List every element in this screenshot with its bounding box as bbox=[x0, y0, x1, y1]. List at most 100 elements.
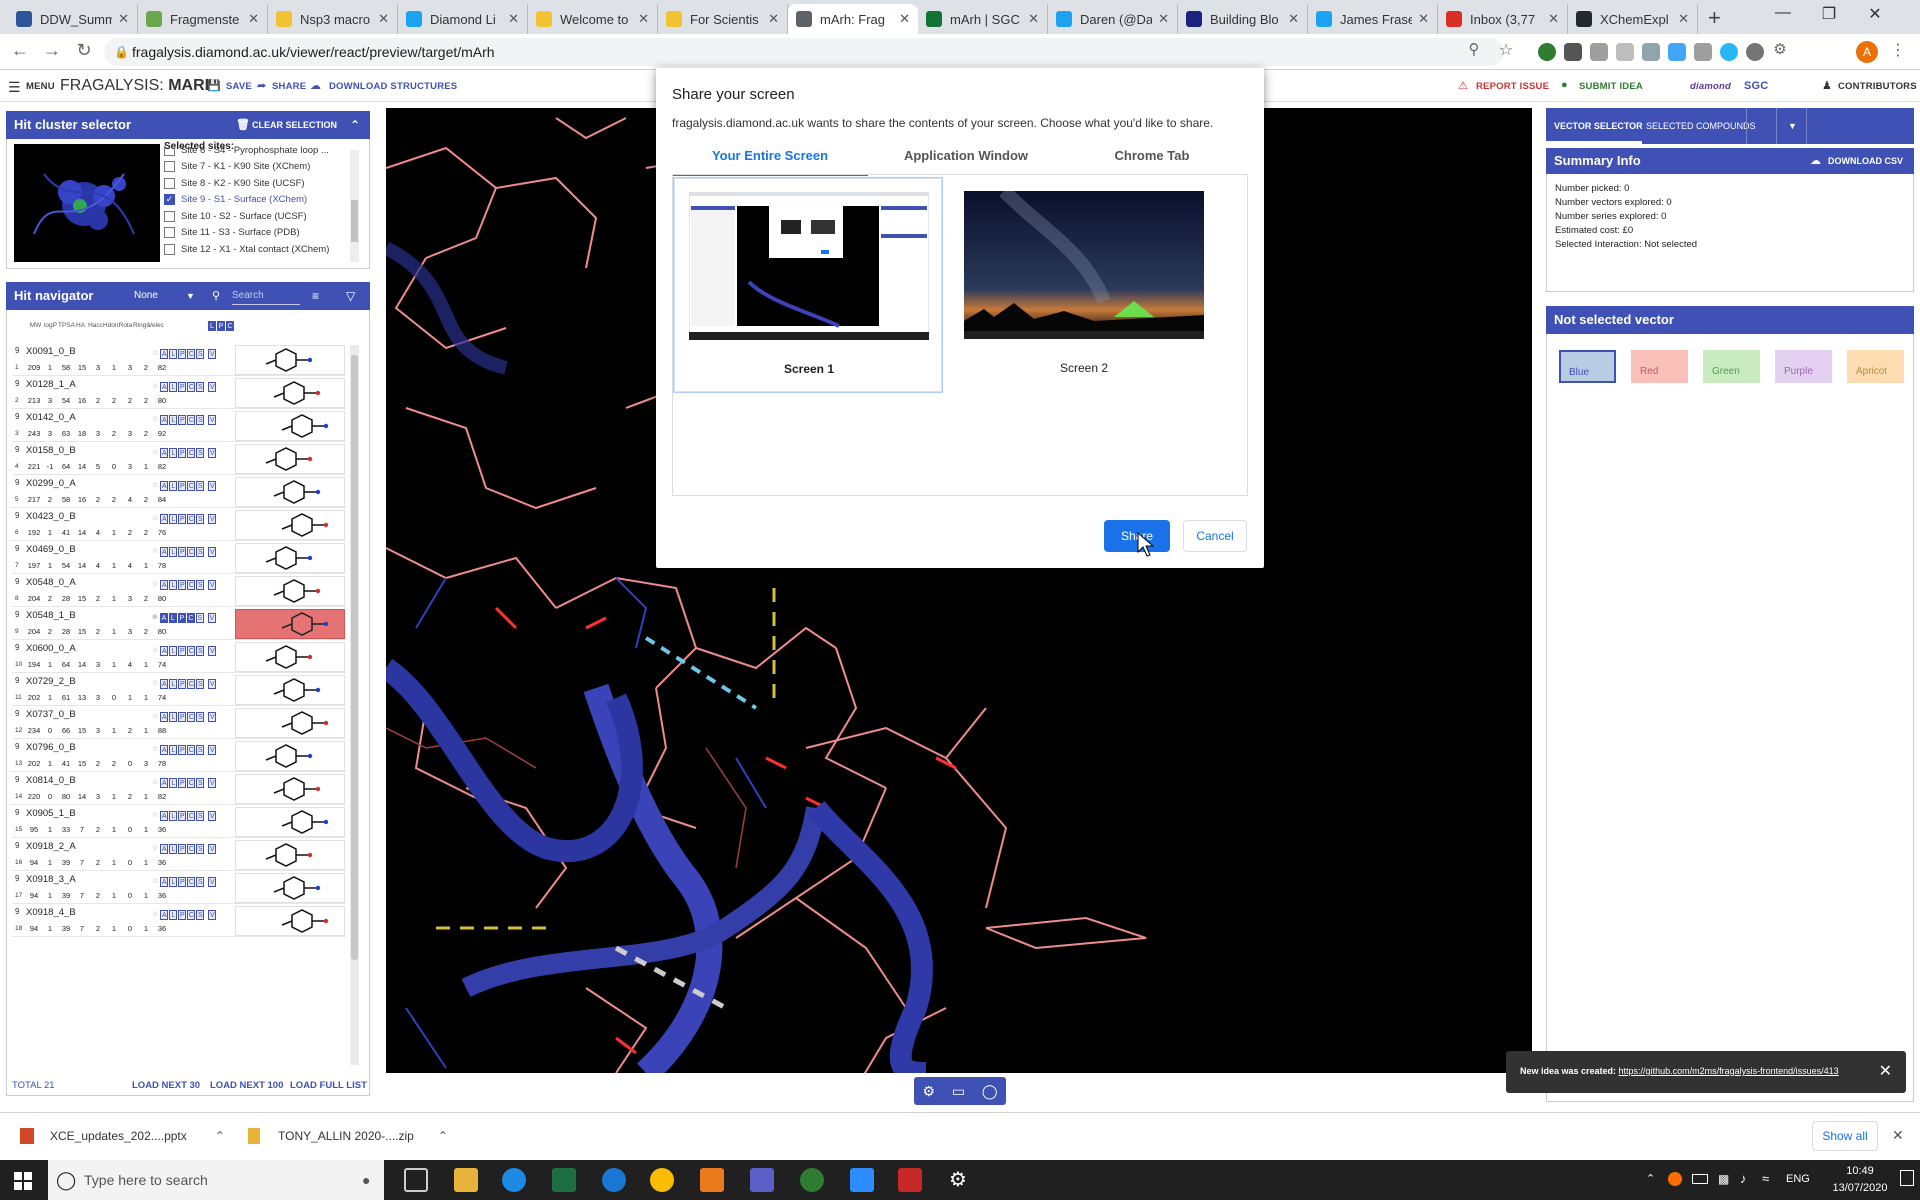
bookmark-icon[interactable]: ☆ bbox=[152, 745, 158, 755]
column-header[interactable]: logP bbox=[43, 322, 58, 329]
molecule-structure[interactable] bbox=[235, 675, 345, 705]
taskbar-search-input[interactable]: ◯ Type here to search ● bbox=[48, 1160, 384, 1200]
molecule-structure[interactable] bbox=[235, 774, 345, 804]
column-header[interactable]: Velec bbox=[148, 322, 164, 329]
toggle-badge[interactable]: P bbox=[177, 613, 186, 623]
site-checkbox[interactable] bbox=[164, 243, 175, 255]
molecule-structure[interactable] bbox=[235, 543, 345, 573]
close-tab-icon[interactable]: ✕ bbox=[768, 11, 779, 27]
bookmark-icon[interactable]: ☆ bbox=[152, 481, 158, 491]
toggle-badge[interactable]: S bbox=[196, 910, 205, 920]
tab-chrome-tab[interactable]: Chrome Tab bbox=[1054, 148, 1250, 176]
toggle-badge[interactable]: V bbox=[208, 646, 217, 656]
maximize-icon[interactable]: ❐ bbox=[1806, 4, 1852, 24]
toggle-badge[interactable]: V bbox=[208, 382, 217, 392]
toggle-badge[interactable]: A bbox=[160, 712, 169, 722]
display-icon[interactable]: ▭ bbox=[952, 1083, 965, 1100]
toggle-badge[interactable]: L bbox=[169, 745, 178, 755]
close-tab-icon[interactable]: ✕ bbox=[1288, 11, 1299, 27]
close-window-icon[interactable]: ✕ bbox=[1852, 4, 1898, 24]
molecule-structure[interactable] bbox=[235, 477, 345, 507]
toggle-badge[interactable]: C bbox=[187, 646, 196, 656]
chrome-icon[interactable] bbox=[650, 1168, 674, 1192]
browser-tab[interactable]: DDW_Summ ✕ bbox=[8, 4, 138, 34]
toggle-badge[interactable]: V bbox=[208, 415, 217, 425]
site-checkbox[interactable]: ✓ bbox=[164, 194, 175, 206]
system-clock[interactable]: 10:49 13/07/2020 bbox=[1822, 1163, 1898, 1197]
toggle-badge[interactable]: A bbox=[160, 448, 169, 458]
outlook-icon[interactable] bbox=[700, 1168, 724, 1192]
back-icon[interactable]: ← bbox=[8, 40, 32, 61]
download-item[interactable]: TONY_ALLIN 2020-....zip ⌃ bbox=[248, 1113, 448, 1159]
toggle-badge[interactable]: V bbox=[208, 778, 217, 788]
toggle-badge[interactable]: A bbox=[160, 877, 169, 887]
toggle-badge[interactable]: P bbox=[178, 547, 187, 557]
close-tab-icon[interactable]: ✕ bbox=[899, 11, 910, 27]
save-button[interactable]: SAVE bbox=[226, 81, 252, 92]
hit-list-scroll-thumb[interactable] bbox=[351, 355, 358, 960]
load-next-100-button[interactable]: LOAD NEXT 100 bbox=[210, 1080, 283, 1091]
report-issue-button[interactable]: REPORT ISSUE bbox=[1476, 81, 1549, 92]
network-icon[interactable]: ▩ bbox=[1718, 1172, 1729, 1186]
extension-icon[interactable] bbox=[1720, 43, 1738, 61]
bookmark-icon[interactable]: ☆ bbox=[152, 349, 158, 359]
color-swatch-apricot[interactable]: Apricot bbox=[1847, 350, 1904, 383]
color-swatch-blue[interactable]: Blue bbox=[1559, 350, 1616, 383]
hit-row[interactable]: 9 14 X0814_0_B 220 0 80 14 3 1 2 1 82 ☆ A L P C S V bbox=[12, 772, 346, 805]
zoom-app-icon[interactable] bbox=[850, 1168, 874, 1192]
toggle-badge[interactable]: S bbox=[196, 745, 205, 755]
toggle-badge[interactable]: P bbox=[178, 349, 187, 359]
toggle-badge[interactable]: P bbox=[178, 811, 187, 821]
load-full-list-button[interactable]: LOAD FULL LIST bbox=[290, 1080, 367, 1091]
toggle-badge[interactable]: S bbox=[196, 514, 205, 524]
download-csv-button[interactable]: DOWNLOAD CSV bbox=[1828, 148, 1903, 174]
toggle-badge[interactable]: A bbox=[160, 481, 169, 491]
hit-row[interactable]: 9 5 X0299_0_A 217 2 58 16 2 2 4 2 84 ☆ A L P C S V bbox=[12, 475, 346, 508]
toggle-badge[interactable]: P bbox=[178, 415, 187, 425]
toggle-badge[interactable]: L bbox=[169, 679, 178, 689]
snackbar-link[interactable]: https://github.com/m2ms/fragalysis-front… bbox=[1619, 1066, 1839, 1076]
show-all-button[interactable]: Show all bbox=[1812, 1121, 1878, 1151]
badge-l[interactable]: L bbox=[208, 321, 216, 331]
wifi-icon[interactable]: ≈ bbox=[1762, 1171, 1769, 1186]
toggle-badge[interactable]: S bbox=[196, 844, 205, 854]
toggle-badge[interactable] bbox=[205, 877, 207, 887]
hit-row[interactable]: 9 12 X0737_0_B 234 0 66 15 3 1 2 1 88 ☆ A L P C S V bbox=[12, 706, 346, 739]
molecule-structure[interactable] bbox=[235, 741, 345, 771]
toggle-badge[interactable]: V bbox=[208, 580, 217, 590]
screen-2-option[interactable]: Screen 2 bbox=[949, 177, 1219, 393]
toggle-badge[interactable]: V bbox=[208, 481, 217, 491]
hit-row[interactable]: 9 15 X0905_1_B 95 1 33 7 2 1 0 1 36 ☆ A L P C S V bbox=[12, 805, 346, 838]
hit-row[interactable]: 9 17 X0918_3_A 94 1 39 7 2 1 0 1 36 ☆ A L P C S V bbox=[12, 871, 346, 904]
save-icon[interactable]: 💾 bbox=[207, 79, 221, 92]
toggle-badge[interactable]: A bbox=[160, 811, 169, 821]
site-item[interactable]: Site 6 - S4 - Pyrophosphate loop ... bbox=[164, 146, 360, 159]
toggle-badge[interactable]: A bbox=[160, 514, 169, 524]
volume-icon[interactable]: ♪ bbox=[1740, 1171, 1747, 1186]
close-tab-icon[interactable]: ✕ bbox=[378, 11, 389, 27]
hit-row[interactable]: 9 6 X0423_0_B 192 1 41 14 4 1 2 2 76 ☆ A L P C S V bbox=[12, 508, 346, 541]
toggle-badge[interactable]: A bbox=[160, 679, 169, 689]
molecule-structure[interactable] bbox=[235, 642, 345, 672]
tab-vector-selector[interactable]: VECTOR SELECTOR bbox=[1554, 121, 1643, 131]
site-item[interactable]: Site 12 - X1 - Xtal contact (XChem) bbox=[164, 241, 360, 258]
molecule-structure[interactable] bbox=[235, 378, 345, 408]
toggle-badge[interactable]: L bbox=[169, 646, 178, 656]
extensions-puzzle-icon[interactable]: ⚙ bbox=[1768, 40, 1792, 58]
toggle-badge[interactable] bbox=[205, 910, 207, 920]
app-icon[interactable] bbox=[898, 1168, 922, 1192]
toggle-badge[interactable] bbox=[205, 778, 207, 788]
address-bar[interactable]: 🔒 fragalysis.diamond.ac.uk/viewer/react/… bbox=[104, 38, 1504, 66]
toggle-badge[interactable]: L bbox=[169, 349, 178, 359]
browser-tab[interactable]: For Scientis ✕ bbox=[658, 4, 788, 34]
browser-tab[interactable]: Fragmenste ✕ bbox=[138, 4, 268, 34]
hit-row[interactable]: 9 11 X0729_2_B 202 1 61 13 3 0 1 1 74 ☆ A L P C S V bbox=[12, 673, 346, 706]
molecule-structure[interactable] bbox=[235, 873, 345, 903]
browser-tab[interactable]: Building Blo ✕ bbox=[1178, 4, 1308, 34]
molecule-structure[interactable] bbox=[235, 576, 345, 606]
toggle-badge[interactable]: S bbox=[195, 613, 204, 623]
share-icon[interactable]: ➦ bbox=[257, 79, 266, 92]
toggle-badge[interactable]: S bbox=[196, 712, 205, 722]
column-header[interactable]: Rings bbox=[133, 322, 150, 329]
toggle-badge[interactable]: L bbox=[169, 778, 178, 788]
